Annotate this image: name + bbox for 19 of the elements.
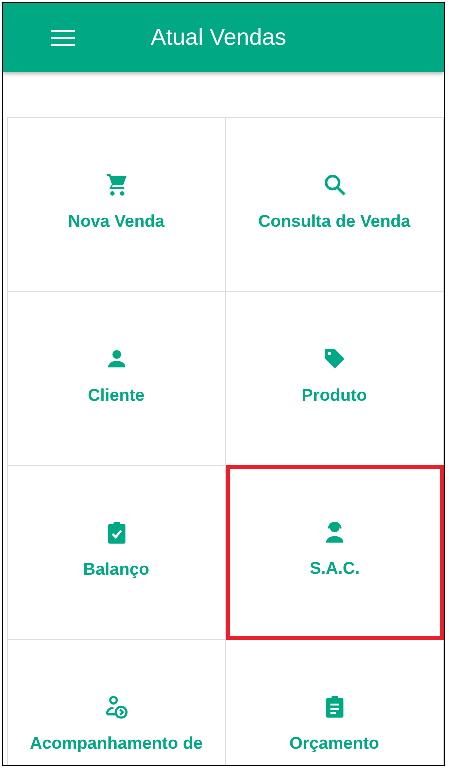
menu-tile[interactable]: Orçamento <box>226 640 444 765</box>
tile-label: Consulta de Venda <box>258 212 411 232</box>
menu-tile[interactable]: Consulta de Venda <box>226 118 444 292</box>
tile-label: Cliente <box>88 386 145 406</box>
menu-tile[interactable]: Balanço <box>8 466 226 640</box>
menu-tile[interactable]: Acompanhamento de <box>8 640 226 765</box>
menu-tile[interactable]: S.A.C. <box>226 465 444 640</box>
tile-label: Orçamento <box>290 734 380 754</box>
menu-tile[interactable]: Nova Venda <box>8 118 226 292</box>
tile-label: S.A.C. <box>310 559 360 579</box>
menu-tile[interactable]: Cliente <box>8 292 226 466</box>
person-arrow-icon <box>104 694 130 720</box>
menu-tile[interactable]: Produto <box>226 292 444 466</box>
menu-icon[interactable] <box>51 28 75 46</box>
tile-label: Balanço <box>83 560 150 580</box>
tile-label: Produto <box>302 386 368 406</box>
app-title: Atual Vendas <box>151 24 287 51</box>
tile-label: Acompanhamento de <box>30 734 203 754</box>
tile-label: Nova Venda <box>68 212 165 232</box>
